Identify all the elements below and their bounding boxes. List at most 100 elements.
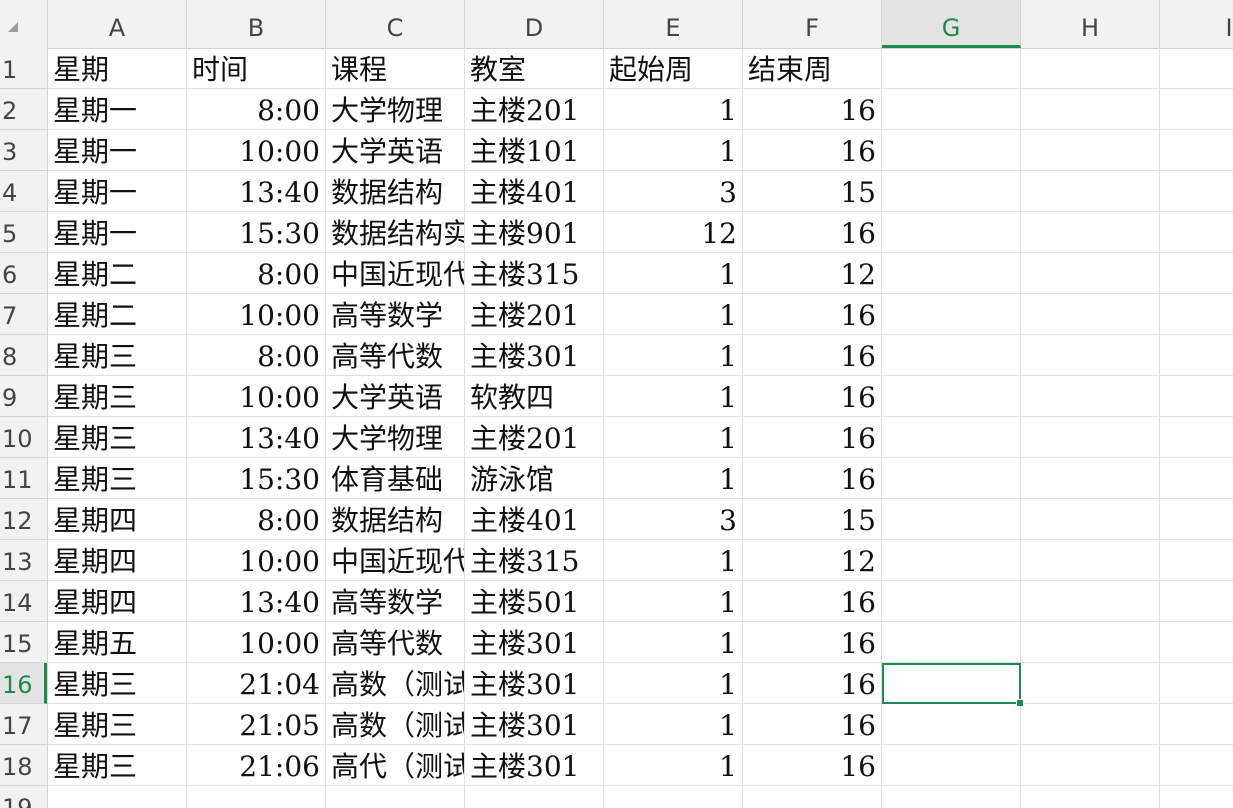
cell-f14[interactable]: 16	[743, 581, 882, 622]
cell-i6[interactable]	[1160, 253, 1233, 294]
cell-a8[interactable]: 星期三	[48, 335, 187, 376]
cell-g17[interactable]	[882, 704, 1021, 745]
cell-a15[interactable]: 星期五	[48, 622, 187, 663]
cell-f13[interactable]: 12	[743, 540, 882, 581]
cell-h10[interactable]	[1021, 417, 1160, 458]
cell-h5[interactable]	[1021, 212, 1160, 253]
cell-f5[interactable]: 16	[743, 212, 882, 253]
cell-a9[interactable]: 星期三	[48, 376, 187, 417]
cell-b2[interactable]: 8:00	[187, 89, 326, 130]
cell-e4[interactable]: 3	[604, 171, 743, 212]
cell-e5[interactable]: 12	[604, 212, 743, 253]
cell-b4[interactable]: 13:40	[187, 171, 326, 212]
cell-h4[interactable]	[1021, 171, 1160, 212]
cell-g6[interactable]	[882, 253, 1021, 294]
cell-h19[interactable]	[1021, 786, 1160, 808]
cell-f10[interactable]: 16	[743, 417, 882, 458]
cell-e2[interactable]: 1	[604, 89, 743, 130]
cell-b12[interactable]: 8:00	[187, 499, 326, 540]
cell-b10[interactable]: 13:40	[187, 417, 326, 458]
cell-i2[interactable]	[1160, 89, 1233, 130]
cell-d6[interactable]: 主楼315	[465, 253, 604, 294]
cell-d17[interactable]: 主楼301	[465, 704, 604, 745]
cell-i18[interactable]	[1160, 745, 1233, 786]
cell-d1[interactable]: 教室	[465, 48, 604, 89]
cell-a13[interactable]: 星期四	[48, 540, 187, 581]
cell-e18[interactable]: 1	[604, 745, 743, 786]
cell-d4[interactable]: 主楼401	[465, 171, 604, 212]
cell-c4[interactable]: 数据结构	[326, 171, 465, 212]
cell-a2[interactable]: 星期一	[48, 89, 187, 130]
cell-b19[interactable]	[187, 786, 326, 808]
cell-g5[interactable]	[882, 212, 1021, 253]
cell-g4[interactable]	[882, 171, 1021, 212]
cell-g10[interactable]	[882, 417, 1021, 458]
row-header-9[interactable]: 9	[0, 376, 47, 417]
cell-a7[interactable]: 星期二	[48, 294, 187, 335]
cell-d12[interactable]: 主楼401	[465, 499, 604, 540]
column-header-g[interactable]: G	[882, 0, 1021, 48]
cell-e3[interactable]: 1	[604, 130, 743, 171]
cell-b9[interactable]: 10:00	[187, 376, 326, 417]
cell-g19[interactable]	[882, 786, 1021, 808]
cell-f2[interactable]: 16	[743, 89, 882, 130]
cell-c13[interactable]: 中国近现代史纲要	[326, 540, 465, 581]
cell-f18[interactable]: 16	[743, 745, 882, 786]
cell-a18[interactable]: 星期三	[48, 745, 187, 786]
row-header-1[interactable]: 1	[0, 48, 47, 89]
cell-a11[interactable]: 星期三	[48, 458, 187, 499]
cell-a12[interactable]: 星期四	[48, 499, 187, 540]
cell-a10[interactable]: 星期三	[48, 417, 187, 458]
cell-e7[interactable]: 1	[604, 294, 743, 335]
cell-d15[interactable]: 主楼301	[465, 622, 604, 663]
cell-i16[interactable]	[1160, 663, 1233, 704]
row-header-17[interactable]: 17	[0, 704, 47, 745]
column-header-f[interactable]: F	[743, 0, 882, 48]
cell-c16[interactable]: 高数（测试）	[326, 663, 465, 704]
cell-a19[interactable]	[48, 786, 187, 808]
cell-b7[interactable]: 10:00	[187, 294, 326, 335]
row-header-18[interactable]: 18	[0, 745, 47, 786]
cell-h2[interactable]	[1021, 89, 1160, 130]
cell-c6[interactable]: 中国近现代史纲要	[326, 253, 465, 294]
cell-g13[interactable]	[882, 540, 1021, 581]
row-header-19[interactable]: 19	[0, 786, 47, 808]
cell-b15[interactable]: 10:00	[187, 622, 326, 663]
cell-g14[interactable]	[882, 581, 1021, 622]
row-header-5[interactable]: 5	[0, 212, 47, 253]
column-header-d[interactable]: D	[465, 0, 604, 48]
cell-d11[interactable]: 游泳馆	[465, 458, 604, 499]
row-header-14[interactable]: 14	[0, 581, 47, 622]
cell-a3[interactable]: 星期一	[48, 130, 187, 171]
cell-a17[interactable]: 星期三	[48, 704, 187, 745]
cell-i11[interactable]	[1160, 458, 1233, 499]
cell-g16[interactable]	[882, 663, 1021, 704]
cell-f3[interactable]: 16	[743, 130, 882, 171]
cell-g9[interactable]	[882, 376, 1021, 417]
cell-h8[interactable]	[1021, 335, 1160, 376]
cell-b5[interactable]: 15:30	[187, 212, 326, 253]
cell-i14[interactable]	[1160, 581, 1233, 622]
cell-e6[interactable]: 1	[604, 253, 743, 294]
cell-b8[interactable]: 8:00	[187, 335, 326, 376]
cell-b17[interactable]: 21:05	[187, 704, 326, 745]
cell-i5[interactable]	[1160, 212, 1233, 253]
cell-e11[interactable]: 1	[604, 458, 743, 499]
cell-h18[interactable]	[1021, 745, 1160, 786]
row-header-15[interactable]: 15	[0, 622, 47, 663]
cell-c10[interactable]: 大学物理	[326, 417, 465, 458]
cell-b11[interactable]: 15:30	[187, 458, 326, 499]
cell-f19[interactable]	[743, 786, 882, 808]
column-header-a[interactable]: A	[48, 0, 187, 48]
cell-b1[interactable]: 时间	[187, 48, 326, 89]
cell-e1[interactable]: 起始周	[604, 48, 743, 89]
cell-f15[interactable]: 16	[743, 622, 882, 663]
cell-e9[interactable]: 1	[604, 376, 743, 417]
cell-c14[interactable]: 高等数学	[326, 581, 465, 622]
cell-f4[interactable]: 15	[743, 171, 882, 212]
cell-i9[interactable]	[1160, 376, 1233, 417]
cell-g3[interactable]	[882, 130, 1021, 171]
cell-h13[interactable]	[1021, 540, 1160, 581]
cell-e13[interactable]: 1	[604, 540, 743, 581]
cell-c18[interactable]: 高代（测试）	[326, 745, 465, 786]
